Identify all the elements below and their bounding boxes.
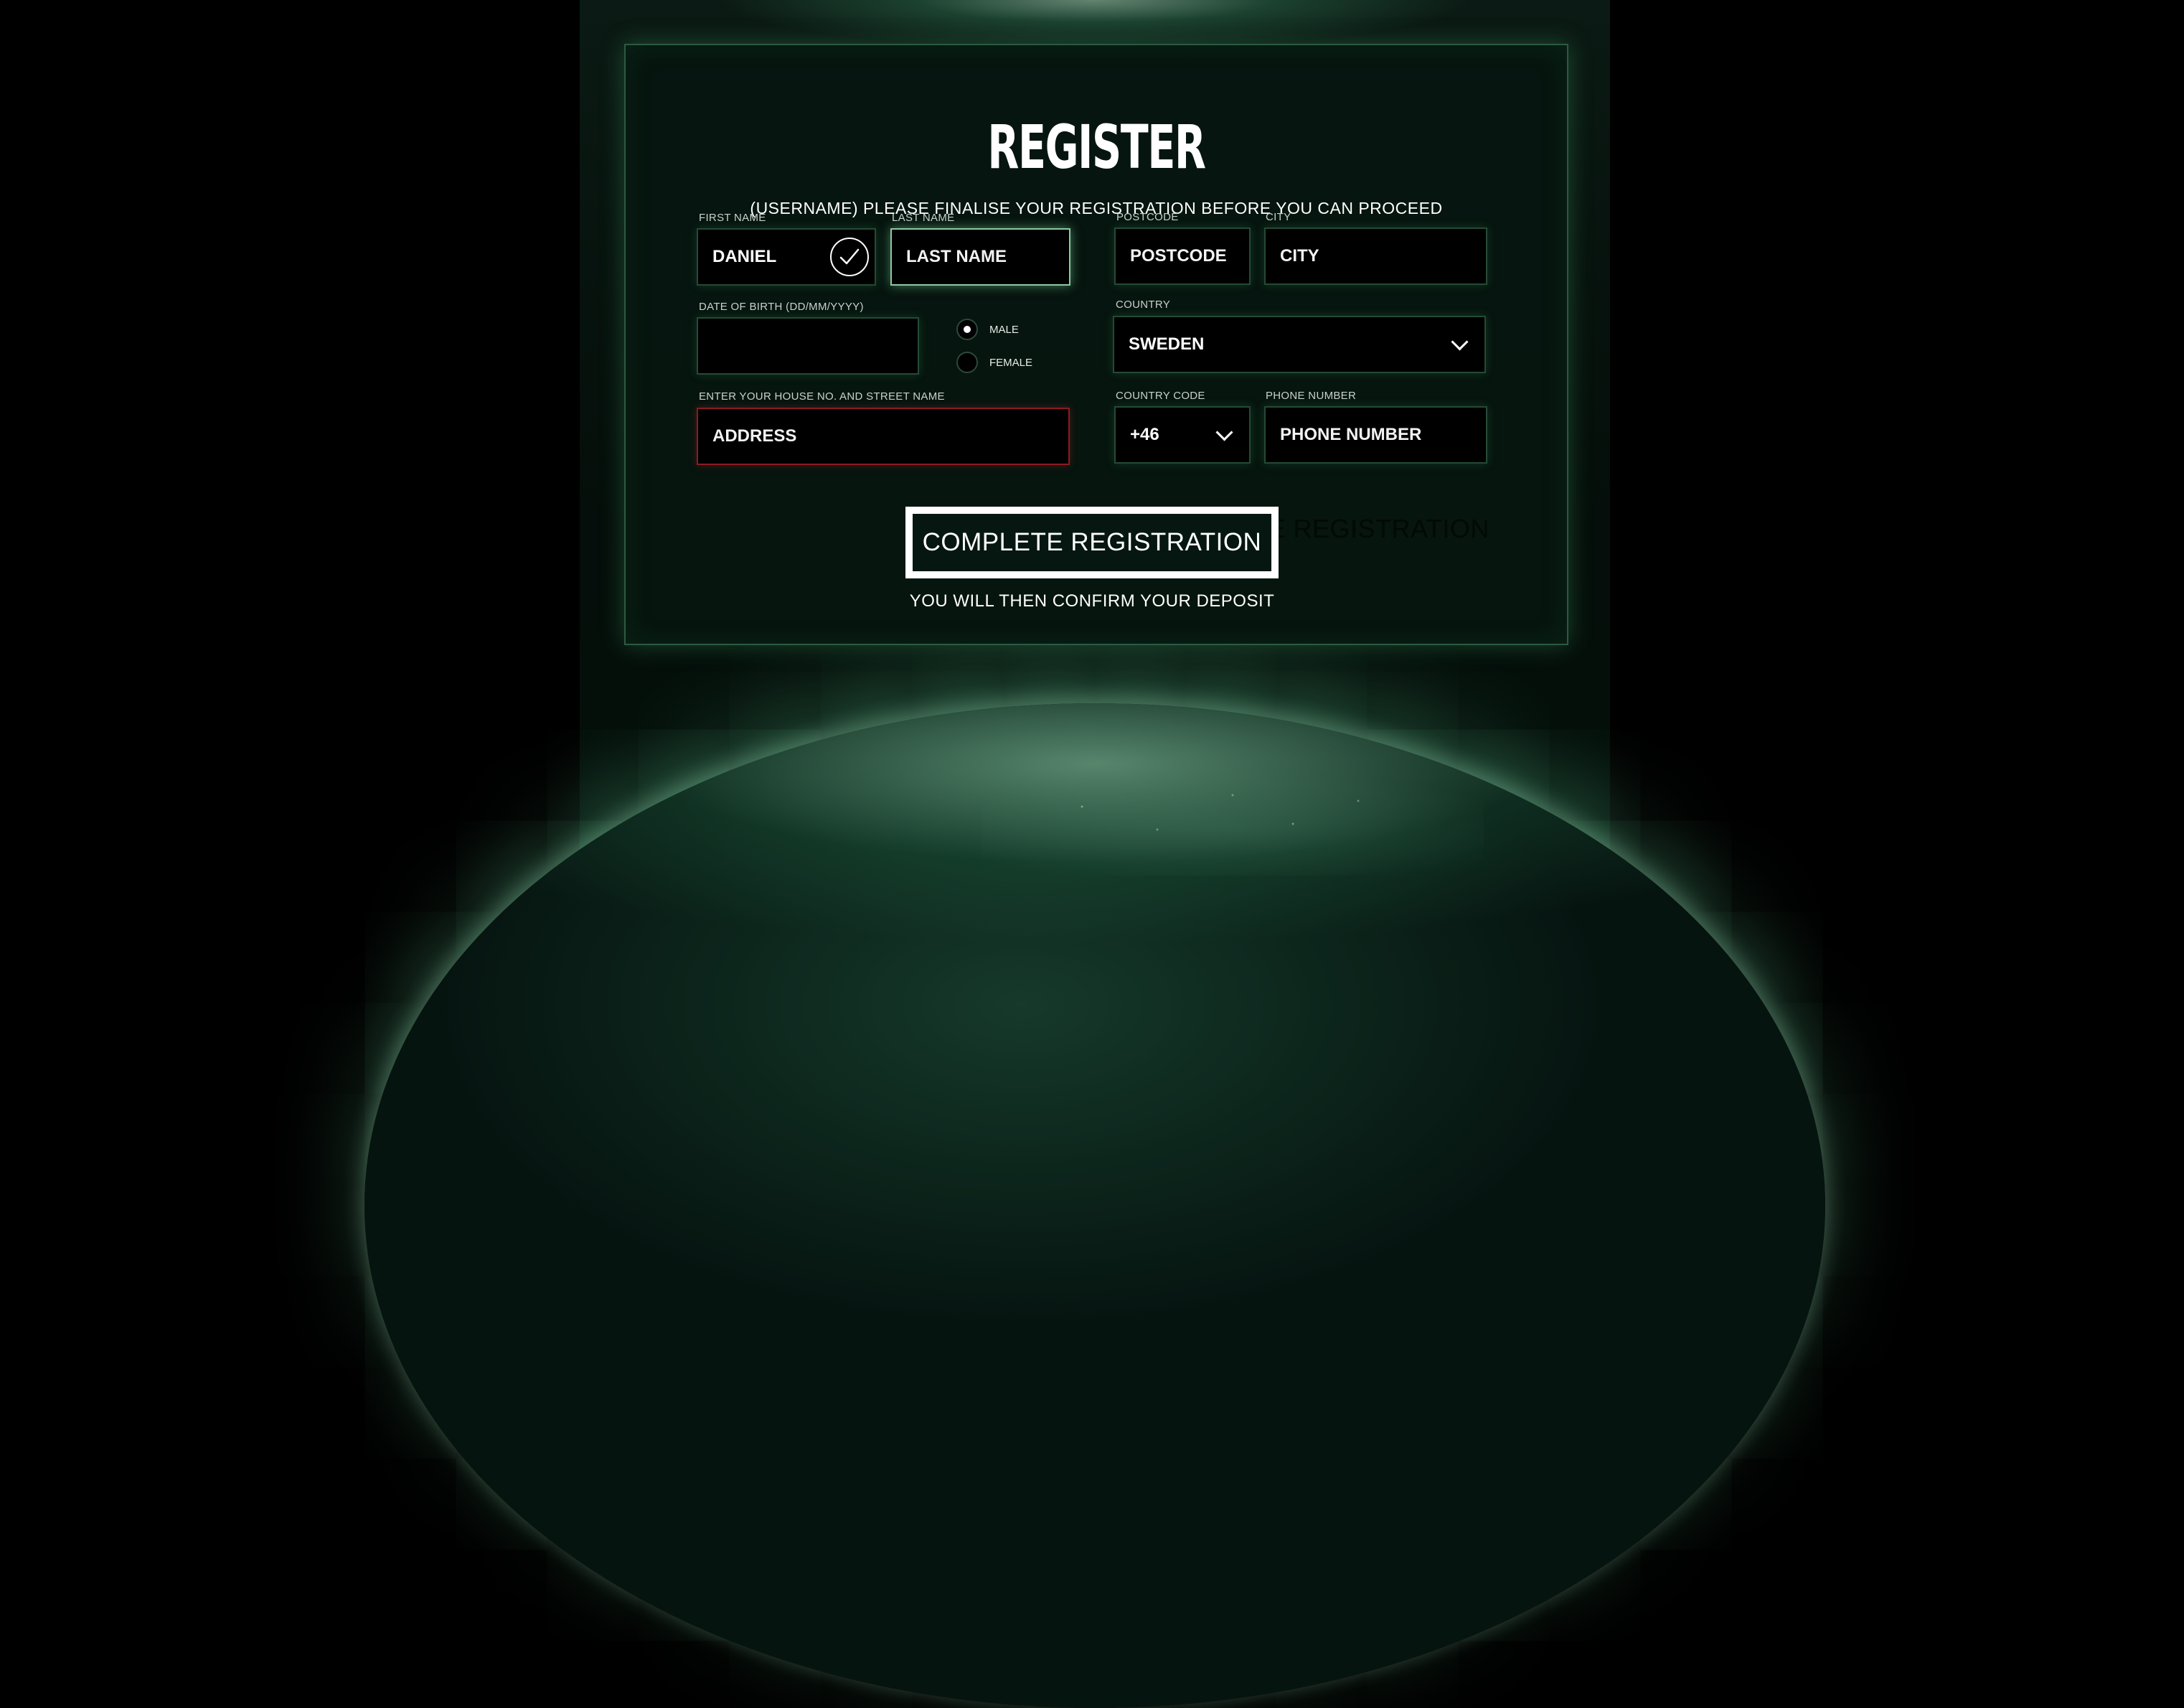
- radio-male[interactable]: [956, 319, 978, 340]
- dob-field[interactable]: [697, 317, 919, 375]
- address-input[interactable]: [712, 426, 1068, 446]
- phone-label: PHONE NUMBER: [1266, 390, 1357, 402]
- page-title: REGISTER: [987, 112, 1206, 182]
- radio-female[interactable]: [956, 352, 978, 373]
- city-label: CITY: [1266, 211, 1291, 223]
- country-value: SWEDEN: [1129, 334, 1205, 354]
- country-code-select[interactable]: +46: [1114, 406, 1251, 464]
- chevron-down-icon: [1451, 333, 1469, 351]
- dob-input[interactable]: [712, 336, 918, 356]
- postcode-label: POSTCODE: [1116, 211, 1179, 223]
- chevron-down-icon: [1215, 423, 1233, 441]
- deposit-note: YOU WILL THEN CONFIRM YOUR DEPOSIT: [909, 591, 1275, 611]
- radio-female-label: FEMALE: [989, 357, 1033, 369]
- address-label: ENTER YOUR HOUSE NO. AND STREET NAME: [699, 390, 945, 403]
- country-code-value: +46: [1130, 425, 1159, 444]
- country-label: COUNTRY: [1116, 299, 1170, 311]
- first-name-label: FIRST NAME: [699, 212, 766, 224]
- postcode-field[interactable]: [1114, 227, 1251, 285]
- phone-field[interactable]: [1264, 406, 1487, 464]
- postcode-input[interactable]: [1130, 246, 1249, 266]
- last-name-field[interactable]: [890, 228, 1070, 286]
- page-subtitle: (USERNAME) PLEASE FINALISE YOUR REGISTRA…: [750, 199, 1443, 217]
- last-name-input[interactable]: [906, 247, 1069, 267]
- address-field[interactable]: [697, 408, 1070, 465]
- country-code-label: COUNTRY CODE: [1116, 390, 1205, 402]
- phone-input[interactable]: [1280, 425, 1486, 445]
- check-circle-icon: [830, 238, 869, 276]
- city-input[interactable]: [1280, 246, 1486, 266]
- radio-male-label: MALE: [989, 324, 1019, 336]
- last-name-label: LAST NAME: [892, 212, 955, 224]
- dob-label: DATE OF BIRTH (DD/MM/YYYY): [699, 301, 864, 313]
- complete-registration-button[interactable]: COMPLETE REGISTRATION: [905, 507, 1279, 578]
- first-name-field[interactable]: [697, 228, 876, 286]
- country-select[interactable]: SWEDEN: [1113, 316, 1486, 373]
- city-field[interactable]: [1264, 227, 1487, 285]
- city-lights-image: [982, 761, 1484, 876]
